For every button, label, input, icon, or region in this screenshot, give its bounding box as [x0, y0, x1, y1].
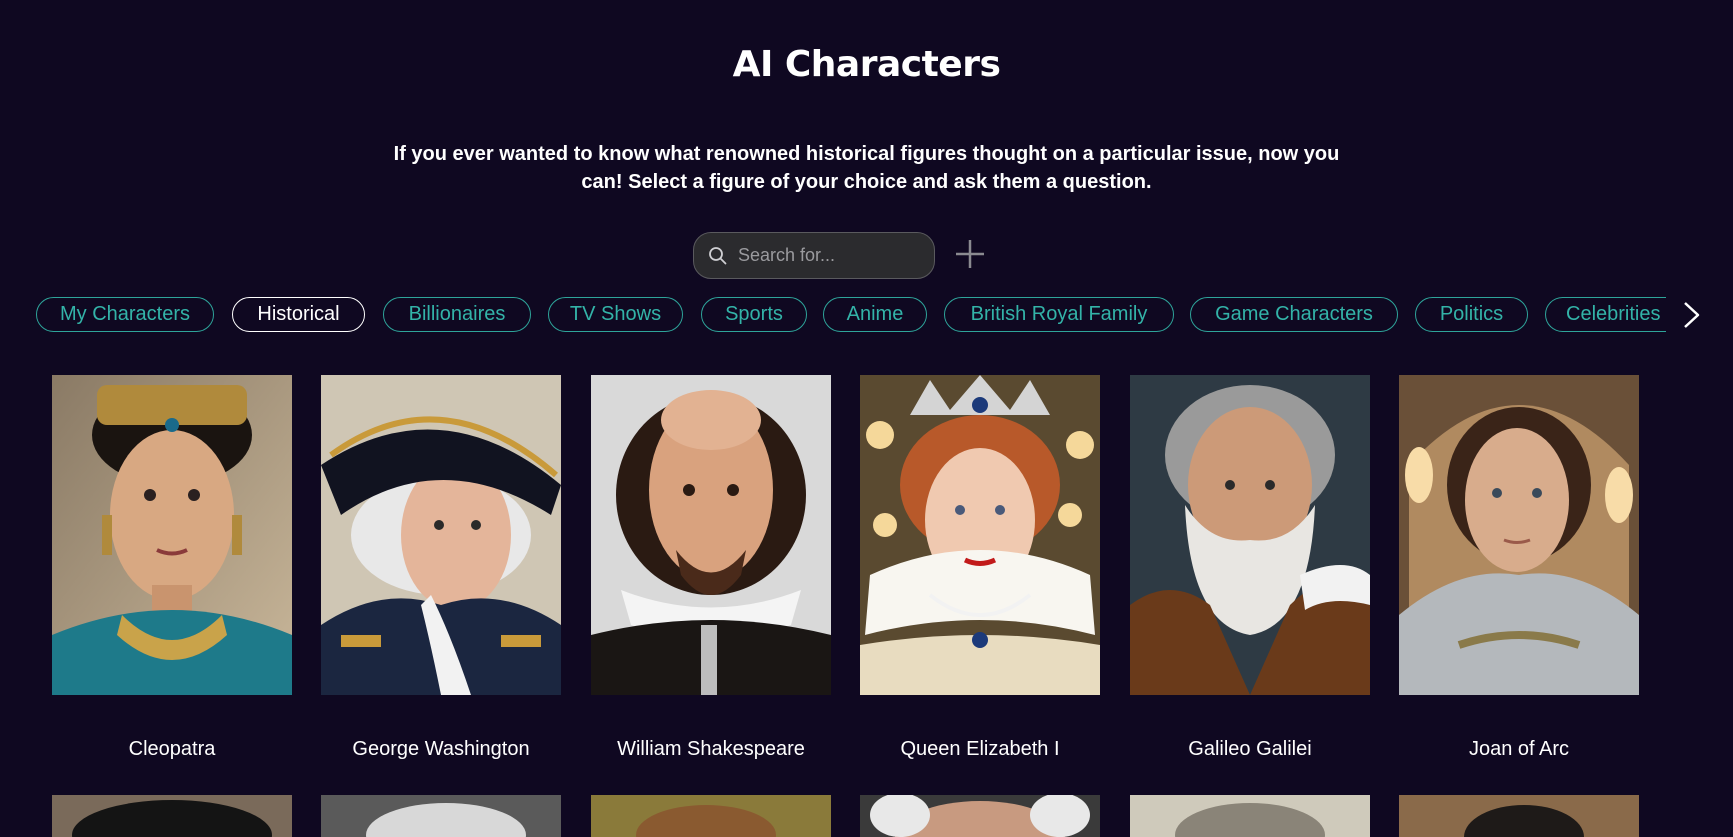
character-name: Joan of Arc — [1468, 738, 1570, 760]
character-card-joan-of-arc[interactable]: Joan of Arc — [1399, 375, 1639, 760]
portrait-image — [591, 375, 831, 695]
character-card-row2-1[interactable] — [52, 795, 292, 837]
tab-celebrities[interactable]: Celebrities — [1545, 297, 1666, 332]
tab-politics[interactable]: Politics — [1415, 297, 1528, 332]
character-card-cleopatra[interactable]: Cleopatra — [52, 375, 292, 760]
portrait-image — [860, 375, 1100, 695]
tab-historical[interactable]: Historical — [232, 297, 365, 332]
character-name: Galileo Galilei — [1188, 738, 1312, 760]
character-name: George Washington — [352, 738, 530, 760]
portrait-image — [1399, 375, 1639, 695]
category-tabs: My Characters Historical Billionaires TV… — [36, 297, 1666, 334]
page-subtitle: If you ever wanted to know what renowned… — [360, 140, 1373, 196]
portrait-image — [52, 375, 292, 695]
tab-game-characters[interactable]: Game Characters — [1190, 297, 1398, 332]
chevron-right-icon[interactable] — [1676, 298, 1706, 332]
tab-tv-shows[interactable]: TV Shows — [548, 297, 683, 332]
subtitle-line-2: can! Select a figure of your choice and … — [581, 171, 1152, 193]
page-title: AI Characters — [732, 44, 1001, 85]
plus-icon[interactable] — [952, 236, 988, 272]
character-card-george-washington[interactable]: George Washington — [321, 375, 561, 760]
search-box[interactable] — [693, 232, 935, 279]
character-name: Queen Elizabeth I — [900, 738, 1060, 760]
character-card-row2-4[interactable] — [860, 795, 1100, 837]
portrait-image — [321, 375, 561, 695]
character-card-row2-6[interactable] — [1399, 795, 1639, 837]
tab-sports[interactable]: Sports — [701, 297, 807, 332]
tab-british-royal-family[interactable]: British Royal Family — [944, 297, 1174, 332]
tab-billionaires[interactable]: Billionaires — [383, 297, 531, 332]
search-icon — [709, 246, 727, 264]
character-card-row2-2[interactable] — [321, 795, 561, 837]
character-name: William Shakespeare — [617, 738, 805, 760]
character-card-row2-5[interactable] — [1130, 795, 1370, 837]
character-name: Cleopatra — [128, 738, 216, 760]
tab-my-characters[interactable]: My Characters — [36, 297, 214, 332]
character-card-william-shakespeare[interactable]: William Shakespeare — [591, 375, 831, 760]
tab-anime[interactable]: Anime — [823, 297, 927, 332]
portrait-image — [1130, 375, 1370, 695]
character-card-queen-elizabeth-i[interactable]: Queen Elizabeth I — [860, 375, 1100, 760]
subtitle-line-1: If you ever wanted to know what renowned… — [393, 143, 1340, 165]
character-card-row2-3[interactable] — [591, 795, 831, 837]
search-input[interactable] — [738, 245, 918, 266]
character-card-galileo-galilei[interactable]: Galileo Galilei — [1130, 375, 1370, 760]
